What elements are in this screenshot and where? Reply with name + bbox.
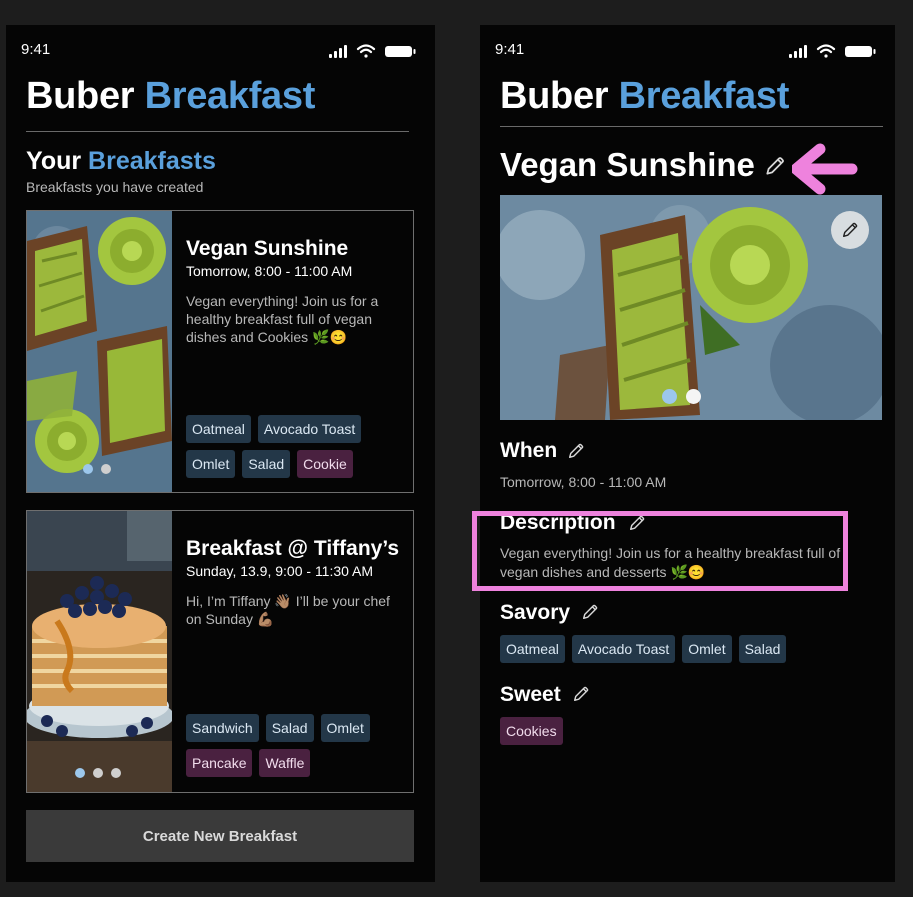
status-icons <box>325 43 420 59</box>
app-title-buber: Buber <box>26 75 135 117</box>
tag-sweet[interactable]: Cookies <box>500 717 563 745</box>
tag-sweet[interactable]: Pancake <box>186 749 253 777</box>
pencil-icon <box>841 221 859 239</box>
tag-sweet[interactable]: Waffle <box>259 749 311 777</box>
breakfast-card-tiffanys[interactable]: Breakfast @ Tiffany’s Sunday, 13.9, 9:00… <box>26 510 414 793</box>
card-time: Sunday, 13.9, 9:00 - 11:30 AM <box>186 563 374 579</box>
carousel-dot[interactable] <box>662 389 677 404</box>
breakfast-hero-image[interactable] <box>500 195 882 420</box>
tag-savory[interactable]: Omlet <box>186 450 236 478</box>
carousel-dots <box>75 768 121 778</box>
carousel-dots <box>83 464 111 474</box>
edit-sweet-pencil-icon[interactable] <box>572 685 590 703</box>
savory-tags: Oatmeal Avocado Toast Omlet Salad <box>500 635 889 663</box>
status-time: 9:41 <box>21 41 51 58</box>
card-time: Tomorrow, 8:00 - 11:00 AM <box>186 263 353 279</box>
app-title: Buber Breakfast <box>26 75 315 118</box>
app-title-breakfast: Breakfast <box>144 75 316 117</box>
card-tags: Sandwich Salad Omlet Pancake Waffle <box>186 714 407 777</box>
app-title: Buber Breakfast <box>500 75 789 118</box>
carousel-dot[interactable] <box>111 768 121 778</box>
tag-savory[interactable]: Salad <box>265 714 314 742</box>
when-value: Tomorrow, 8:00 - 11:00 AM <box>500 474 667 490</box>
edit-savory-pencil-icon[interactable] <box>581 603 599 621</box>
section-title-breakfasts: Breakfasts <box>88 147 216 175</box>
section-subtitle: Breakfasts you have created <box>26 179 204 195</box>
carousel-dot[interactable] <box>75 768 85 778</box>
card-body: Breakfast @ Tiffany’s Sunday, 13.9, 9:00… <box>186 535 405 628</box>
tag-savory[interactable]: Oatmeal <box>186 415 251 443</box>
status-time: 9:41 <box>495 41 525 58</box>
app-title-buber: Buber <box>500 75 609 117</box>
tag-savory[interactable]: Avocado Toast <box>257 415 362 443</box>
sweet-tags: Cookies <box>500 717 889 745</box>
card-body: Vegan Sunshine Tomorrow, 8:00 - 11:00 AM… <box>186 235 405 346</box>
carousel-dot[interactable] <box>686 389 701 404</box>
create-breakfast-button[interactable]: Create New Breakfast <box>26 810 414 862</box>
carousel-dots <box>662 389 701 404</box>
card-title: Vegan Sunshine <box>186 237 349 260</box>
signal-icon <box>329 45 347 58</box>
section-title: Your Breakfasts <box>26 147 216 176</box>
tag-savory[interactable]: Omlet <box>682 635 732 663</box>
card-description: Hi, I’m Tiffany 👋🏽 I’ll be your chef on … <box>186 593 390 627</box>
signal-icon <box>789 45 807 58</box>
edit-when-pencil-icon[interactable] <box>567 442 585 460</box>
edit-image-button[interactable] <box>831 211 869 249</box>
pancakes-image[interactable] <box>27 511 172 792</box>
battery-icon <box>845 46 876 57</box>
wifi-icon <box>356 44 376 58</box>
tag-savory[interactable]: Salad <box>738 635 787 663</box>
annotation-arrow-icon <box>792 143 858 195</box>
card-title: Breakfast @ Tiffany’s <box>186 537 400 560</box>
edit-title-pencil-icon[interactable] <box>764 155 786 177</box>
carousel-dot[interactable] <box>83 464 93 474</box>
divider <box>26 131 409 132</box>
carousel-dot[interactable] <box>93 768 103 778</box>
when-label: When <box>500 439 558 462</box>
tag-savory[interactable]: Oatmeal <box>500 635 565 663</box>
carousel-dot[interactable] <box>101 464 111 474</box>
list-screen: 9:41 Buber Breakfast Your Breakfasts Bre… <box>6 25 435 882</box>
tag-savory[interactable]: Salad <box>242 450 291 478</box>
battery-icon <box>385 46 416 57</box>
breakfast-title: Vegan Sunshine <box>500 146 755 183</box>
tag-sweet[interactable]: Cookie <box>297 450 353 478</box>
wifi-icon <box>816 44 836 58</box>
sweet-label: Sweet <box>500 683 561 706</box>
avocado-toast-image[interactable] <box>27 211 172 492</box>
status-icons <box>785 43 880 59</box>
section-title-your: Your <box>26 147 82 175</box>
savory-label: Savory <box>500 601 571 624</box>
breakfast-card-vegan-sunshine[interactable]: Vegan Sunshine Tomorrow, 8:00 - 11:00 AM… <box>26 210 414 493</box>
card-description: Vegan everything! Join us for a healthy … <box>186 293 379 345</box>
tag-savory[interactable]: Avocado Toast <box>571 635 676 663</box>
tag-savory[interactable]: Sandwich <box>186 714 259 742</box>
card-tags: Oatmeal Avocado Toast Omlet Salad Cookie <box>186 415 407 478</box>
status-bar: 9:41 <box>495 41 880 61</box>
annotation-highlight-box <box>472 511 848 591</box>
app-title-breakfast: Breakfast <box>618 75 790 117</box>
tag-savory[interactable]: Omlet <box>320 714 370 742</box>
divider <box>500 126 883 127</box>
status-bar: 9:41 <box>21 41 420 61</box>
